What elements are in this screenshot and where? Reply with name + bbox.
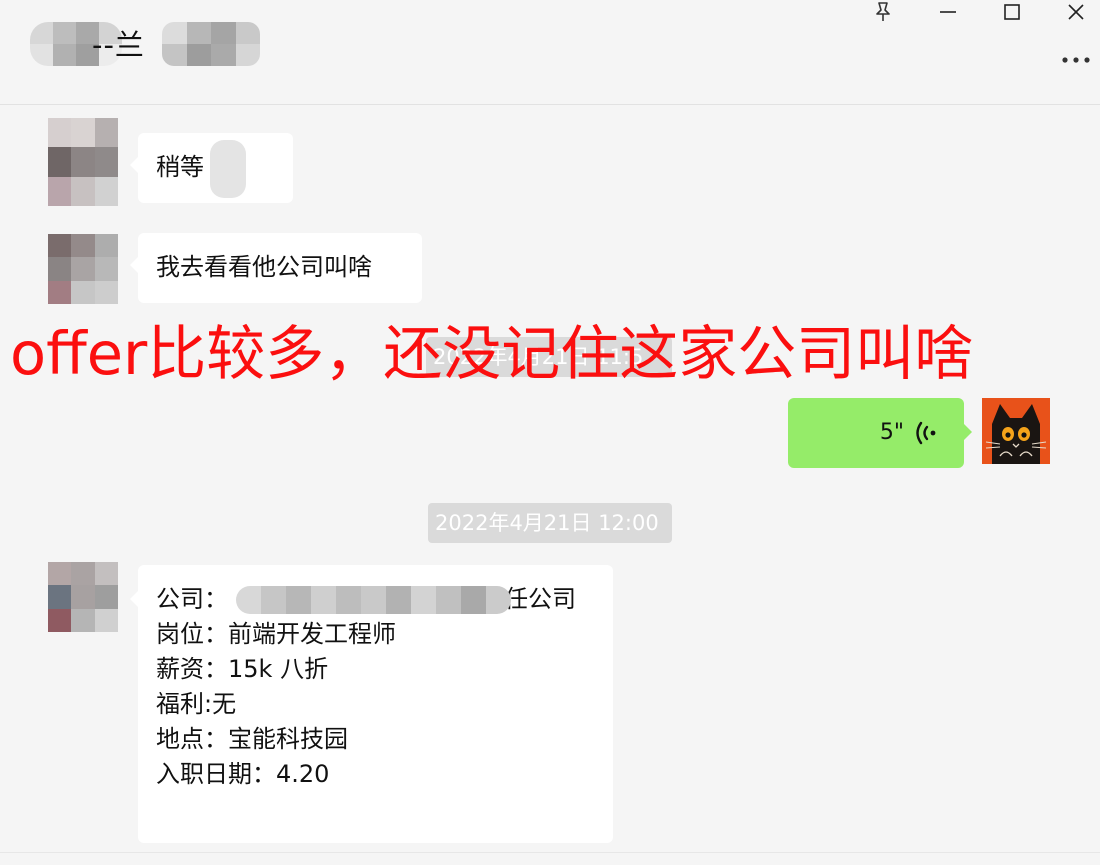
pin-button[interactable] [863, 0, 903, 24]
position-line: 岗位：前端开发工程师 [156, 620, 396, 648]
voice-duration: 5" [879, 420, 904, 445]
chat-header: --兰 [0, 0, 1100, 105]
self-avatar[interactable] [982, 398, 1050, 464]
title-blur-right [162, 22, 260, 66]
message-bubble[interactable]: 我去看看他公司叫啥 [130, 233, 422, 303]
close-button[interactable] [1056, 0, 1096, 24]
contact-avatar[interactable] [48, 118, 118, 206]
name-blur [210, 140, 246, 198]
pin-icon [876, 2, 890, 21]
input-divider [0, 852, 1100, 853]
maximize-icon [1004, 4, 1020, 20]
contact-avatar[interactable] [48, 234, 118, 304]
salary-line: 薪资：15k 八折 [156, 655, 329, 683]
company-label: 公司： [156, 585, 228, 613]
location-line: 地点：宝能科技园 [156, 725, 348, 753]
annotation-text: offer比较多，还没记住这家公司叫啥 [10, 319, 974, 388]
cat-avatar-icon [982, 398, 1050, 464]
benefits-line: 福利:无 [156, 690, 237, 718]
more-icon [1062, 57, 1090, 63]
company-suffix: 任公司 [504, 585, 576, 613]
more-button[interactable] [1056, 48, 1096, 72]
voice-wave-icon [916, 421, 936, 445]
chat-title: --兰 [92, 28, 145, 62]
minimize-icon [940, 11, 956, 13]
timestamp: 2022年4月21日 12:00 [428, 503, 672, 543]
message-text: 我去看看他公司叫啥 [156, 253, 372, 281]
contact-avatar[interactable] [48, 562, 118, 632]
minimize-button[interactable] [928, 0, 968, 24]
maximize-button[interactable] [992, 0, 1032, 24]
close-icon [1068, 4, 1084, 20]
start-date-line: 入职日期：4.20 [156, 760, 330, 788]
voice-message-bubble[interactable]: 5" [788, 398, 972, 468]
company-name-blur [236, 586, 511, 614]
